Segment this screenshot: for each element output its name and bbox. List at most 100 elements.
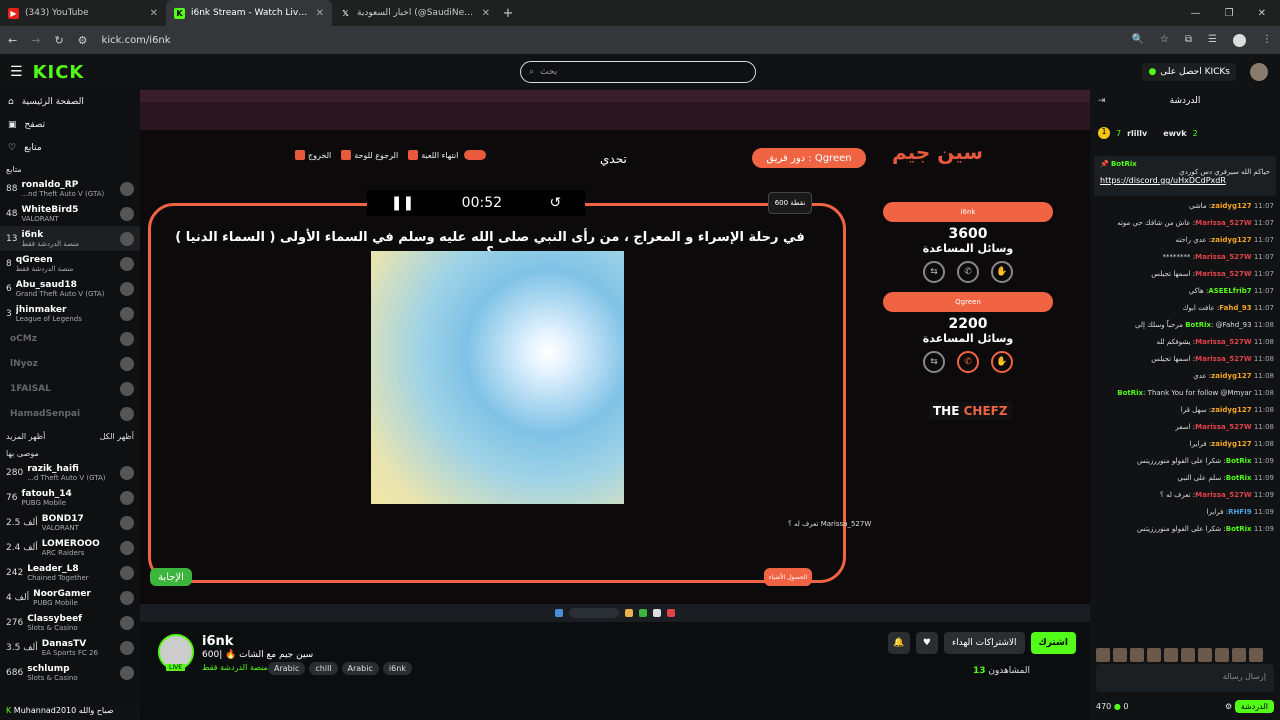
sidebar-channel[interactable]: 13 i6nk منصة الدردشة فقط [0,226,140,251]
sidebar-channel[interactable]: 686 schlump Slots & Casino [0,660,140,685]
close-icon[interactable]: ✕ [316,8,324,19]
message-user[interactable]: Marissa_527W [1195,423,1251,431]
message-user[interactable]: ASEELfrib7 [1208,287,1251,295]
sidebar-item-home[interactable]: ⌂ الصفحة الرئيسية [0,90,140,113]
user-avatar[interactable] [1250,63,1268,81]
message-user[interactable]: BotRix [1185,321,1211,329]
tag[interactable]: Arabic [341,662,379,675]
emote[interactable] [1215,648,1229,662]
show-all-link[interactable]: أظهر الكل [100,432,134,441]
tab-kick[interactable]: K i6nk Stream - Watch Live on Kick ✕ [166,0,332,26]
sidebar-item-following[interactable]: ♡ متابع [0,136,140,159]
streamer-name[interactable]: i6nk [202,634,233,649]
sidebar-channel[interactable]: 8 qGreen منصة الدردشة فقط [0,251,140,276]
zoom-icon[interactable]: 🔍 [1131,34,1143,47]
emote[interactable] [1181,648,1195,662]
maximize-icon[interactable]: ❐ [1225,8,1234,19]
sidebar-channel[interactable]: lNyoz [0,351,140,376]
tab-x[interactable]: 𝕏 أخبار السعودية (@SaudiNews50) ✕ [332,0,498,26]
tag[interactable]: chill [309,662,338,675]
toggle-switch[interactable] [464,150,487,160]
video-player[interactable]: الخروج الرجوع للوحة انتهاء اللعبة تحدي د… [140,90,1090,622]
message-user[interactable]: Marissa_527W [1195,270,1251,278]
heart-icon[interactable]: ♥ [915,632,938,654]
message-user[interactable]: BotRix [1117,389,1143,397]
emote[interactable] [1198,648,1212,662]
emote[interactable] [1113,648,1127,662]
message-user[interactable]: zaidyg127 [1211,236,1251,244]
get-kicks-button[interactable]: ● احصل على KICKs [1142,63,1236,81]
back-to-board-button[interactable]: الرجوع للوحة [341,150,398,160]
close-icon[interactable]: ✕ [150,8,158,19]
back-icon[interactable]: ← [8,34,17,47]
bell-icon[interactable]: 🔔 [887,632,910,654]
pinned-link[interactable]: https://discord.gg/uHxDCdPxdR [1100,176,1226,185]
sidebar-channel[interactable]: 6 Abu_saud18 Grand Theft Auto V (GTA) [0,276,140,301]
new-tab-button[interactable]: + [498,6,518,21]
sidebar-channel[interactable]: 242 Leader_L8 Chained Together [0,560,140,585]
extensions-icon[interactable]: ⧉ [1185,34,1192,47]
emote[interactable] [1147,648,1161,662]
url-field[interactable]: kick.com/i6nk [102,35,1118,46]
message-user[interactable]: Marissa_527W [1195,338,1251,346]
message-user[interactable]: Fahd_93 [1219,304,1251,312]
message-user[interactable]: BotRix [1226,525,1252,533]
sidebar-channel[interactable]: 88 ronaldo_RP ...nd Theft Auto V (GTA) [0,176,140,201]
help-button[interactable]: الحصول الأشياء [764,568,812,586]
tab-youtube[interactable]: ▶ (343) YouTube ✕ [0,0,166,26]
stream-category[interactable]: منصة الدردشة فقط [202,663,268,672]
emote[interactable] [1232,648,1246,662]
emote[interactable] [1249,648,1263,662]
message-user[interactable]: zaidyg127 [1211,440,1251,448]
close-icon[interactable]: ✕ [482,8,490,19]
answer-button[interactable]: الإجابة [150,568,192,586]
phone-icon[interactable]: ✆ [957,351,979,373]
sidebar-channel[interactable]: 3.5 ألف DanasTV EA Sports FC 26 [0,635,140,660]
sidebar-channel[interactable]: HamadSenpai [0,401,140,426]
swap-icon[interactable]: ⇆ [923,261,945,283]
message-user[interactable]: Marissa_527W [1195,253,1251,261]
collapse-chat-icon[interactable]: ⇥ [1098,96,1106,106]
gift-subs-button[interactable]: الاشتراكات الهداء [943,632,1025,654]
reset-timer-icon[interactable]: ↺ [550,195,562,211]
end-game-button[interactable]: انتهاء اللعبة [408,150,487,160]
sidebar-channel[interactable]: 76 fatouh_14 PUBG Mobile [0,485,140,510]
chat-send-button[interactable]: الدردشة [1234,699,1274,713]
pause-icon[interactable]: ❚❚ [391,195,414,211]
tag[interactable]: i6nk [382,662,412,675]
emote[interactable] [1096,648,1110,662]
search-input[interactable]: ⌕ بحث [520,61,756,83]
kick-logo[interactable]: KICK [33,62,85,83]
bookmark-star-icon[interactable]: ☆ [1160,34,1169,47]
emote[interactable] [1164,648,1178,662]
minimize-icon[interactable]: — [1191,8,1201,19]
sidebar-channel[interactable]: 1FAISAL [0,376,140,401]
follow-button[interactable]: اشترك [1030,632,1076,654]
message-user[interactable]: BotRix [1226,474,1252,482]
close-window-icon[interactable]: ✕ [1258,8,1266,19]
menu-dots-icon[interactable]: ⋮ [1262,34,1272,47]
sidebar-channel[interactable]: 280 razik_haifi ...d Theft Auto V (GTA) [0,460,140,485]
phone-icon[interactable]: ✆ [957,261,979,283]
sidebar-channel[interactable]: 276 Classybeef Slots & Casino [0,610,140,635]
hamburger-menu-icon[interactable]: ☰ [10,64,23,80]
hand-icon[interactable]: ✋ [991,351,1013,373]
message-user[interactable]: RHFI9 [1228,508,1252,516]
message-user[interactable]: BotRix [1226,457,1252,465]
site-info-icon[interactable]: ⚙ [78,34,88,47]
profile-avatar[interactable] [1233,33,1246,47]
sidebar-channel[interactable]: 48 WhiteBird5 VALORANT [0,201,140,226]
message-user[interactable]: zaidyg127 [1211,202,1251,210]
chat-input[interactable]: إرسال رسالة [1096,664,1274,692]
message-user[interactable]: Marissa_527W [1195,491,1251,499]
emote[interactable] [1130,648,1144,662]
sidebar-channel[interactable]: 2.4 ألف LOMEROOO ARC Raiders [0,535,140,560]
message-user[interactable]: zaidyg127 [1211,372,1251,380]
sidebar-item-browse[interactable]: ▣ تصفح [0,113,140,136]
sidebar-channel[interactable]: 4 ألف NoorGamer PUBG Mobile [0,585,140,610]
reading-list-icon[interactable]: ☰ [1208,34,1217,47]
sidebar-channel[interactable]: oCMz [0,326,140,351]
message-user[interactable]: Marissa_527W [1195,219,1251,227]
exit-button[interactable]: الخروج [295,150,331,160]
reload-icon[interactable]: ↻ [54,34,63,47]
